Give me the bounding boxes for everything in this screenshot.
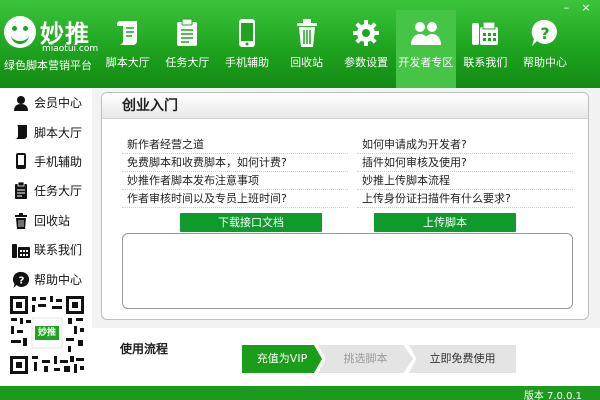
users-icon [410,17,442,49]
sidebar-item-label: 回收站 [34,213,71,228]
help-icon: ? [529,17,561,49]
nav-item-developer-zone[interactable]: 开发者专区 [395,10,456,88]
nav-label: 脚本大厅 [105,56,150,69]
telephone-icon [12,241,30,259]
nav-label: 任务大厅 [165,56,210,69]
nav-item-phone-assist[interactable]: 手机辅助 [217,10,277,88]
version-label: 版本 7.0.0.1 [523,391,582,400]
nav-item-help-center[interactable]: ? 帮助中心 [515,10,575,88]
sidebar-item-help-center[interactable]: ? 帮助中心 [0,264,92,293]
qr-logo-label: 妙推 [37,328,56,338]
title-bar: 妙推 miaotui.com 绿色脚本营销平台 – × 脚本大厅 任务大厅 手机… [0,0,600,88]
sidebar-item-contact-us[interactable]: 联系我们 [0,235,92,264]
sidebar-item-label: 手机辅助 [34,154,83,169]
upload-script-button[interactable]: 上传脚本 [374,213,516,232]
sidebar-item-task-hall[interactable]: 任务大厅 [0,176,92,205]
top-nav: 脚本大厅 任务大厅 手机辅助 回收站 参数设置 开发者专区 联系我们 ? 帮助中… [98,10,575,88]
nav-label: 联系我们 [463,56,508,69]
nav-label: 手机辅助 [224,56,269,69]
download-api-doc-button[interactable]: 下载接口文档 [180,213,322,232]
nav-item-contact-us[interactable]: 联系我们 [456,10,516,88]
sidebar-item-phone-assist[interactable]: 手机辅助 [0,147,92,176]
nav-item-recycle-bin[interactable]: 回收站 [277,10,337,88]
svg-text:?: ? [540,24,549,43]
step-free-use[interactable]: 立即免费使用 [409,345,516,373]
sidebar: 会员中心 脚本大厅 手机辅助 任务大厅 回收站 联系我们 ? 帮助中心 妙推 [0,88,92,386]
sidebar-item-label: 任务大厅 [34,184,83,199]
smiley-logo-icon [4,16,36,48]
faq-link[interactable]: 新作者经营之道 [122,136,348,154]
nav-label: 回收站 [290,56,324,69]
nav-label: 开发者专区 [398,56,454,69]
user-icon [12,94,30,112]
flow-title: 使用流程 [120,342,169,356]
close-button[interactable]: × [578,1,594,14]
scroll-icon [12,123,30,141]
nav-label: 参数设置 [344,56,389,69]
sidebar-item-label: 脚本大厅 [34,125,83,140]
faq-link[interactable]: 插件如何审核及使用? [357,154,573,172]
phone-icon [12,152,30,170]
help-icon: ? [12,270,30,288]
step-recharge-vip[interactable]: 充值为VIP [242,345,322,373]
getting-started-panel: 创业入门 新作者经营之道 免费脚本和收费脚本，如何计费? 妙推作者脚本发布注意事… [101,92,589,320]
status-bar: 版本 7.0.0.1 [0,386,600,400]
qr-code: 妙推 [8,294,86,376]
sidebar-item-member-center[interactable]: 会员中心 [0,88,92,117]
faq-link[interactable]: 免费脚本和收费脚本，如何计费? [122,154,348,172]
faq-link[interactable]: 妙推上传脚本流程 [357,172,573,190]
trash-icon [12,211,30,229]
clipboard-icon [12,182,30,200]
faq-link[interactable]: 作者审核时间以及专员上班时间? [122,190,348,208]
panel-title: 创业入门 [102,93,588,119]
scroll-icon [112,17,144,49]
trash-icon [291,17,323,49]
gear-icon [350,17,382,49]
usage-flow: 使用流程 充值为VIP 挑选脚本 立即免费使用 [92,328,600,386]
sidebar-item-recycle-bin[interactable]: 回收站 [0,206,92,235]
content-textarea[interactable] [122,233,573,309]
faq-link[interactable]: 如何申请成为开发者? [357,136,573,154]
telephone-icon [469,17,501,49]
faq-link[interactable]: 妙推作者脚本发布注意事项 [122,172,348,190]
logo-domain: miaotui.com [42,44,99,54]
app-slogan: 绿色脚本营销平台 [4,59,92,72]
nav-label: 帮助中心 [522,56,567,69]
sidebar-item-script-hall[interactable]: 脚本大厅 [0,117,92,146]
step-choose-script[interactable]: 挑选脚本 [318,345,413,373]
main-content: 创业入门 新作者经营之道 免费脚本和收费脚本，如何计费? 妙推作者脚本发布注意事… [92,88,600,386]
clipboard-icon [171,17,203,49]
phone-icon [231,17,263,49]
nav-item-settings[interactable]: 参数设置 [336,10,396,88]
sidebar-item-label: 会员中心 [34,96,83,111]
svg-text:?: ? [18,275,24,286]
sidebar-item-label: 联系我们 [34,243,83,258]
faq-link[interactable]: 上传身份证扫描件有什么要求? [357,190,573,208]
sidebar-item-label: 帮助中心 [34,272,83,287]
nav-item-script-hall[interactable]: 脚本大厅 [98,10,158,88]
nav-item-task-hall[interactable]: 任务大厅 [158,10,218,88]
